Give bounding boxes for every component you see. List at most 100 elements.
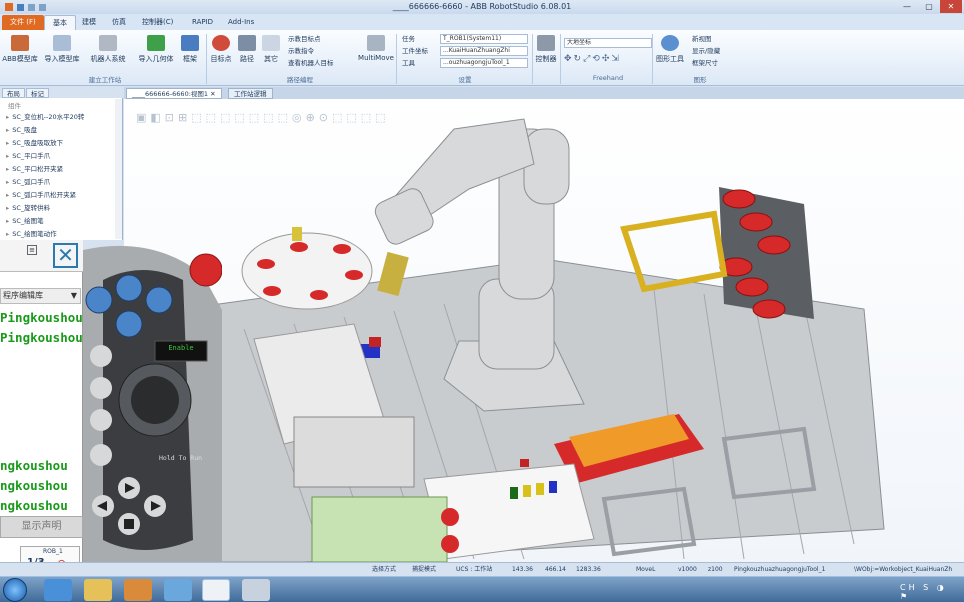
other-button[interactable]: 其它: [258, 33, 284, 73]
tool-combo[interactable]: ...ouzhuagongjuTool_1: [440, 58, 528, 68]
tree-item[interactable]: SC_变位机--20水平20转: [6, 111, 84, 124]
tree-header: 组件: [8, 102, 21, 110]
tree-item[interactable]: SC_平口手爪: [6, 150, 50, 163]
close-icon[interactable]: ✕: [53, 243, 78, 268]
emergency-stop-button[interactable]: [189, 253, 223, 287]
tab-simulation[interactable]: 仿真: [104, 15, 134, 30]
3d-viewport[interactable]: ▣◧⊡⊞⬚⬚⬚⬚⬚⬚⬚◎⊕⊙⬚⬚⬚⬚: [124, 99, 964, 562]
tree-scrollbar[interactable]: [115, 99, 122, 239]
zone-setting[interactable]: z100: [708, 565, 723, 575]
target-icon: [212, 35, 230, 51]
blue-block: [549, 481, 557, 493]
code-line[interactable]: ngkoushou: [0, 498, 68, 513]
tab-addins[interactable]: Add-Ins: [220, 15, 262, 30]
code-line[interactable]: Pingkoushou: [0, 310, 83, 325]
geometry-cube-icon: [147, 35, 165, 51]
target-button[interactable]: 目标点: [206, 33, 236, 73]
tab-controller[interactable]: 控制器(C): [134, 15, 181, 30]
path-button[interactable]: 路径: [234, 33, 260, 73]
browser-icon[interactable]: [44, 579, 72, 601]
graphics-tools-label: 图形工具: [656, 55, 684, 63]
media-icon[interactable]: [124, 579, 152, 601]
system-tray[interactable]: CH S ◑ ⚑: [900, 583, 960, 601]
tab-layout[interactable]: 布局: [2, 88, 25, 98]
tab-home[interactable]: 基本: [44, 15, 76, 30]
robot-system-button[interactable]: 机器人系统: [90, 33, 126, 73]
tree-item[interactable]: SC_弧口手爪松开夹紧: [6, 189, 76, 202]
multimove-icon: [367, 35, 385, 51]
controller-button[interactable]: 控制器: [532, 33, 560, 73]
group-settings: 设置: [458, 76, 472, 84]
joystick[interactable]: [131, 376, 179, 424]
tab-rapid[interactable]: RAPID: [184, 15, 221, 30]
frame-size-button[interactable]: 框架尺寸: [692, 58, 718, 69]
import-library-label: 导入模型库: [44, 55, 80, 63]
tree-item[interactable]: SC_吸盘: [6, 124, 37, 137]
show-hide-button[interactable]: 显示/隐藏: [692, 46, 720, 57]
abb-library-button[interactable]: ABB模型库: [2, 33, 38, 73]
graphics-tools-button[interactable]: 图形工具: [652, 33, 688, 73]
teach-target-button[interactable]: 示教目标点: [288, 34, 321, 45]
instruction-template[interactable]: MoveL: [636, 565, 655, 575]
active-tool[interactable]: PingkouzhuazhuagongjuTool_1: [734, 565, 825, 575]
tab-modeling[interactable]: 建模: [74, 15, 104, 30]
new-view-button[interactable]: 新视图: [692, 34, 712, 45]
ribbon-separator: [396, 34, 397, 84]
minimize-button[interactable]: —: [896, 0, 918, 13]
tree-item[interactable]: SC_吸盘吸取放下: [6, 137, 63, 150]
code-line[interactable]: Pingkoushou: [0, 330, 83, 345]
routine-dropdown[interactable]: 程序编辑库 ▼: [0, 288, 81, 304]
tree-item[interactable]: SC_旋转供料: [6, 202, 50, 215]
menu-icon[interactable]: ≡: [27, 245, 37, 255]
window-title: ____666666-6660 - ABB RobotStudio 6.08.0…: [392, 2, 572, 11]
group-graphics: 图形: [693, 76, 707, 84]
multimove-button[interactable]: MultiMove: [356, 33, 396, 73]
tree-item[interactable]: SC_弧口手爪: [6, 176, 50, 189]
code-line[interactable]: ngkoushou: [0, 478, 68, 493]
frame-axis-icon: [181, 35, 199, 51]
ribbon-tab-bar: 文件 (F) 基本 建模 仿真 控制器(C) RAPID Add-Ins: [0, 14, 964, 30]
view-robot-target-button[interactable]: 查看机器人目标: [288, 58, 334, 69]
controller-icon: [537, 35, 555, 51]
group-freehand: Freehand: [592, 74, 624, 82]
robotstudio-taskbar-icon[interactable]: [202, 579, 230, 601]
flexpendant-body: Enable Hold To Run: [83, 240, 223, 576]
yellow-block: [536, 483, 544, 495]
app-icon[interactable]: [242, 579, 270, 601]
tree-item[interactable]: SC_平口松开夹紧: [6, 163, 63, 176]
code-line[interactable]: ngkoushou: [0, 458, 68, 473]
select-mode-button[interactable]: 选择方式: [372, 565, 396, 575]
task-combo[interactable]: T_ROB1(System11): [440, 34, 528, 44]
maximize-button[interactable]: ▢: [918, 0, 940, 13]
import-library-button[interactable]: 导入模型库: [44, 33, 80, 73]
pen-holder: [292, 227, 302, 241]
task-label: 任务: [402, 35, 415, 43]
teach-instruction-button[interactable]: 示教指令: [288, 46, 314, 57]
tab-file[interactable]: 文件 (F): [2, 15, 44, 30]
active-wobj[interactable]: \WObj:=Workobject_KuaiHuanZh: [854, 565, 964, 575]
close-button[interactable]: ✕: [940, 0, 962, 13]
start-button[interactable]: [3, 578, 27, 602]
virtual-flexpendant: ≡ ✕ 程序编辑库 ▼ Pingkoushou Pingkoushou ngkou…: [0, 240, 223, 576]
folder-icon[interactable]: [84, 579, 112, 601]
app-icon[interactable]: [164, 579, 192, 601]
tree-item[interactable]: SC_绘图笔: [6, 215, 43, 228]
tab-station-logic[interactable]: 工作站逻辑: [228, 88, 273, 99]
tab-tags[interactable]: 标记: [26, 88, 49, 98]
wobj-combo[interactable]: ...KuaiHuanZhuangZhi: [440, 46, 528, 56]
tab-view1[interactable]: ____666666-6660:视图1 ✕: [126, 88, 222, 99]
show-declaration-button[interactable]: 显示声明: [0, 516, 83, 538]
flexpendant-screen: ≡ ✕ 程序编辑库 ▼ Pingkoushou Pingkoushou ngkou…: [0, 240, 83, 576]
abb-library-label: ABB模型库: [2, 55, 38, 63]
coord-z: 1283.36: [576, 566, 601, 573]
frame-button[interactable]: 框架: [176, 33, 204, 73]
other-label: 其它: [264, 55, 278, 63]
freehand-tools[interactable]: ✥↻⤢⟲✣⇲: [564, 54, 652, 66]
title-bar: ____666666-6660 - ABB RobotStudio 6.08.0…: [0, 0, 964, 14]
reference-frame-combo[interactable]: 大地坐标: [564, 38, 652, 48]
import-geometry-button[interactable]: 导入几何体: [138, 33, 174, 73]
speed-setting[interactable]: v1000: [678, 565, 697, 575]
control-button-red: [441, 535, 459, 553]
snap-mode-button[interactable]: 捕捉模式: [412, 565, 436, 575]
status-bar: 选择方式 捕捉模式 UCS : 工作站 143.36 466.14 1283.3…: [0, 562, 964, 576]
